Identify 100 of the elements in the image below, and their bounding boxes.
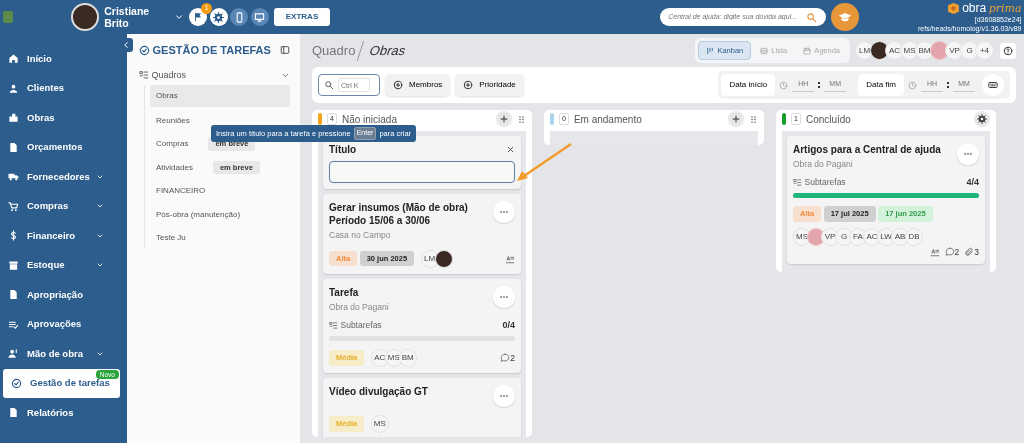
cart-icon [8, 200, 19, 212]
card-title: Tarefa [329, 285, 360, 299]
document-icon [8, 141, 19, 153]
document-icon [8, 289, 19, 301]
board-item[interactable]: Atividades [156, 161, 193, 174]
member-avatar[interactable]: DB [905, 227, 923, 246]
board-item[interactable]: Compras [156, 138, 189, 150]
sidebar-item[interactable]: Mão de obra [0, 339, 120, 369]
check-circle-icon [11, 377, 22, 389]
member-avatar[interactable]: LM [855, 41, 874, 60]
drag-handle-icon[interactable] [749, 114, 758, 124]
time-separator-icon [818, 82, 821, 88]
phone-button[interactable] [230, 8, 249, 26]
sidebar-item[interactable]: Início [0, 44, 120, 74]
subtasks-label: Subtarefas [804, 176, 847, 189]
comment-count: 2 [954, 245, 960, 259]
comment-count: 2 [510, 351, 515, 365]
sidebar-item[interactable]: Aprovações [0, 309, 120, 339]
home-icon [8, 53, 19, 65]
column-title: Não iniciada [341, 112, 398, 127]
document-icon [8, 407, 19, 419]
keyboard-button[interactable] [982, 74, 1004, 96]
title-input[interactable] [329, 161, 515, 183]
check-circle-icon [139, 44, 150, 56]
member-avatar[interactable]: G [835, 227, 853, 246]
board-item[interactable]: Reuniões [156, 114, 190, 127]
filter-button[interactable]: Prioridade [455, 74, 524, 96]
board-item[interactable]: Obras [156, 89, 178, 102]
sidebar-toggle-icon[interactable] [280, 45, 290, 56]
time-separator-icon [947, 82, 949, 88]
sidebar-item[interactable]: Obras [0, 103, 120, 133]
date-button[interactable]: Data fim [858, 74, 904, 96]
add-button[interactable] [728, 111, 744, 127]
chevron-left-icon [121, 40, 131, 50]
sidebar-item[interactable]: Compras [0, 191, 120, 221]
member-avatar[interactable]: AC [370, 349, 389, 367]
drag-handle-icon[interactable] [517, 114, 526, 124]
help-button[interactable] [1000, 42, 1016, 59]
logo-text: obra [962, 1, 987, 15]
sidebar-item[interactable]: Orçamentos [0, 132, 120, 162]
academy-button[interactable] [831, 3, 860, 31]
sidebar-item[interactable]: Fornecedores [0, 162, 120, 192]
calendar-icon [803, 46, 812, 55]
member-avatar[interactable]: AB [891, 227, 909, 246]
member-avatar[interactable]: LW [877, 227, 895, 246]
member-avatar[interactable]: MS [793, 227, 811, 246]
member-avatar[interactable]: MS [370, 415, 389, 433]
settings-button[interactable] [974, 111, 990, 127]
subtasks-count: 0/4 [502, 318, 515, 332]
kanban-icon [706, 46, 715, 55]
clock-icon [779, 80, 789, 90]
close-icon[interactable] [506, 145, 515, 154]
gear-icon [977, 114, 987, 124]
building-icon [8, 112, 19, 124]
member-avatar[interactable]: +4 [975, 41, 994, 60]
flag-button[interactable] [189, 8, 208, 26]
attachment-count: 3 [974, 245, 979, 259]
truck-icon [8, 171, 19, 183]
list-icon [760, 46, 769, 55]
member-avatar[interactable] [434, 249, 453, 268]
comment-icon [500, 353, 511, 363]
dollar-icon [8, 230, 19, 242]
member-avatar[interactable]: AC [863, 227, 881, 246]
help-icon [1003, 45, 1013, 56]
plus-icon [499, 114, 509, 124]
panel-title: GESTÃO DE TAREFAS [152, 43, 272, 58]
board-item[interactable]: FINANCEIRO [156, 185, 206, 197]
paperclip-icon [964, 246, 975, 257]
avatar[interactable] [71, 3, 100, 31]
sidebar-item[interactable]: Estoque [0, 250, 120, 280]
sidebar-item[interactable]: Apropriação [0, 280, 120, 310]
member-avatar[interactable]: BM [398, 349, 417, 367]
keyboard-icon [988, 80, 998, 90]
member-avatar[interactable]: MS [384, 349, 403, 367]
date-button[interactable]: Data início [721, 74, 776, 96]
logo-icon [946, 1, 960, 15]
sidebar-item[interactable]: Relatórios [0, 398, 120, 428]
project-name: Obra do Pagani [793, 158, 854, 171]
tree-node[interactable]: Quadros [151, 68, 279, 82]
member-avatar[interactable]: FA [849, 227, 867, 246]
add-circle-icon [393, 80, 403, 90]
worker-icon [8, 348, 19, 360]
member-avatar[interactable]: VP [821, 227, 839, 246]
board-item[interactable]: Teste Ju [156, 232, 186, 244]
sidebar-item[interactable]: Financeiro [0, 221, 120, 251]
column-title: Em andamento [573, 112, 643, 127]
breadcrumb-item[interactable]: Quadro [312, 40, 356, 61]
monitor-button[interactable] [250, 8, 269, 26]
column-title: Concluído [805, 112, 852, 127]
chevron-down-icon[interactable] [174, 12, 185, 22]
extras-button[interactable]: EXTRAS [273, 8, 331, 26]
settings-button[interactable] [209, 8, 228, 26]
board-item[interactable]: Pós-obra (manutenção) [156, 208, 241, 221]
member-avatar[interactable]: LM [420, 249, 439, 268]
card-title: Gerar insumos (Mão de obra) Período 15/06 a 30/06 [329, 201, 469, 227]
breadcrumb-item: Obras [357, 40, 409, 61]
sidebar-item[interactable]: Clientes [0, 73, 120, 103]
filter-button[interactable]: Membros [385, 74, 451, 96]
comment-icon [944, 246, 955, 257]
add-button[interactable] [496, 111, 512, 127]
